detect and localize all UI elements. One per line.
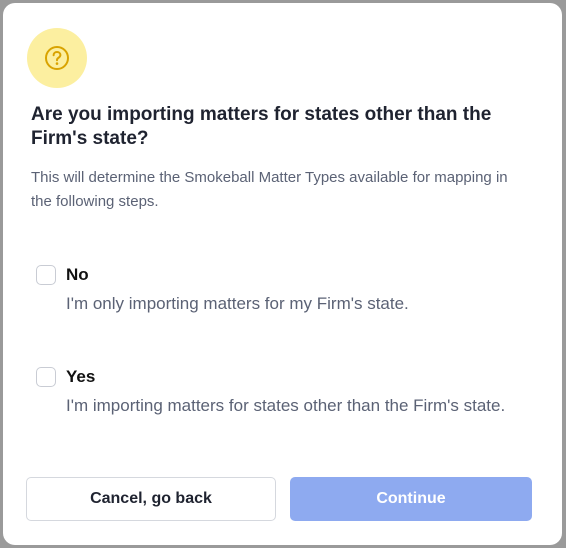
- continue-button[interactable]: Continue: [290, 477, 532, 521]
- option-yes-description: I'm importing matters for states other t…: [66, 396, 506, 415]
- cancel-button[interactable]: Cancel, go back: [26, 477, 276, 521]
- question-circle-icon: [44, 45, 70, 71]
- option-yes-label[interactable]: Yes: [66, 365, 95, 389]
- question-icon-badge: [27, 28, 87, 88]
- checkbox-yes[interactable]: [36, 367, 56, 387]
- option-no-label[interactable]: No: [66, 263, 89, 287]
- option-no-description: I'm only importing matters for my Firm's…: [66, 294, 409, 313]
- dialog-subtitle: This will determine the Smokeball Matter…: [31, 169, 508, 210]
- checkbox-no[interactable]: [36, 265, 56, 285]
- dialog-title: Are you importing matters for states oth…: [31, 104, 492, 149]
- import-states-dialog: Are you importing matters for states oth…: [3, 3, 562, 545]
